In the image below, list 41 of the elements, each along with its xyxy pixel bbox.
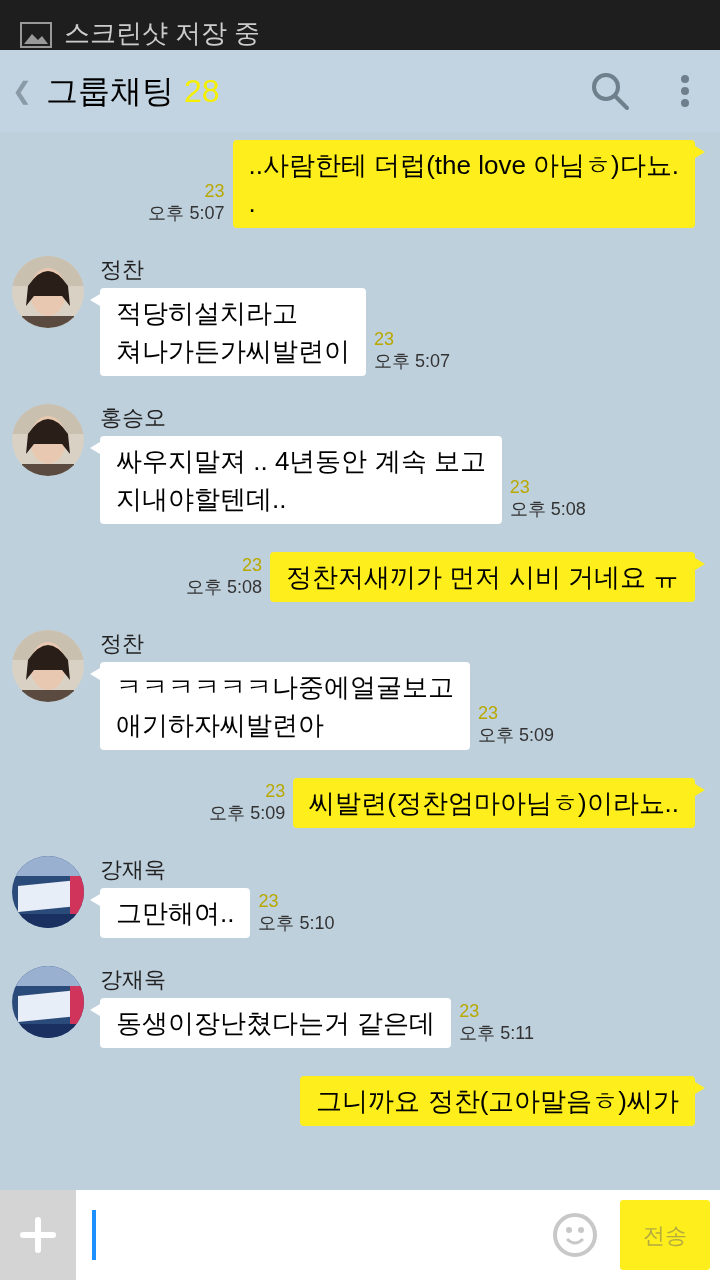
bubble-tail: [695, 784, 705, 796]
unread-count: 23: [204, 180, 225, 202]
message-time: 오후 5:07: [374, 350, 451, 372]
unread-count: 23: [459, 1000, 480, 1022]
plus-icon: [20, 1217, 56, 1253]
bubble-tail: [695, 1082, 705, 1094]
bubble-tail: [90, 668, 100, 680]
emoticon-icon[interactable]: [552, 1212, 598, 1258]
send-button[interactable]: 전송: [620, 1200, 710, 1270]
message-time: 오후 5:10: [258, 912, 335, 934]
bubble-tail: [695, 146, 705, 158]
chat-title: 그룹채팅: [46, 72, 174, 111]
unread-count: 23: [374, 328, 395, 350]
bubble-tail: [90, 294, 100, 306]
menu-icon[interactable]: [680, 74, 690, 108]
unread-count: 23: [509, 476, 530, 498]
back-button[interactable]: ❮: [12, 73, 32, 109]
message-time: 오후 5:08: [186, 576, 263, 598]
sender-name: 강재욱: [100, 966, 167, 994]
unread-count: 23: [478, 702, 499, 724]
unread-count: 23: [265, 780, 286, 802]
bubble-tail: [90, 442, 100, 454]
message-time: 오후 5:09: [478, 724, 555, 746]
message-time: 오후 5:11: [459, 1022, 534, 1044]
bubble-tail: [695, 558, 705, 570]
search-icon[interactable]: [590, 71, 630, 111]
sender-name: 홍승오: [100, 404, 167, 432]
bubble-tail: [90, 894, 100, 906]
notification-text: 스크린샷 저장 중: [64, 18, 261, 48]
unread-count: 23: [258, 890, 279, 912]
bubble-tail: [90, 1004, 100, 1016]
sender-name: 정찬: [100, 630, 145, 658]
unread-count: 23: [242, 554, 263, 576]
message-time: 오후 5:07: [148, 202, 225, 224]
image-icon: [20, 22, 52, 48]
member-count: 28: [184, 72, 220, 111]
sender-name: 정찬: [100, 256, 145, 284]
add-button[interactable]: [0, 1190, 76, 1280]
message-time: 오후 5:08: [509, 498, 586, 520]
sender-name: 강재욱: [100, 856, 167, 884]
message-time: 오후 5:09: [209, 802, 286, 824]
